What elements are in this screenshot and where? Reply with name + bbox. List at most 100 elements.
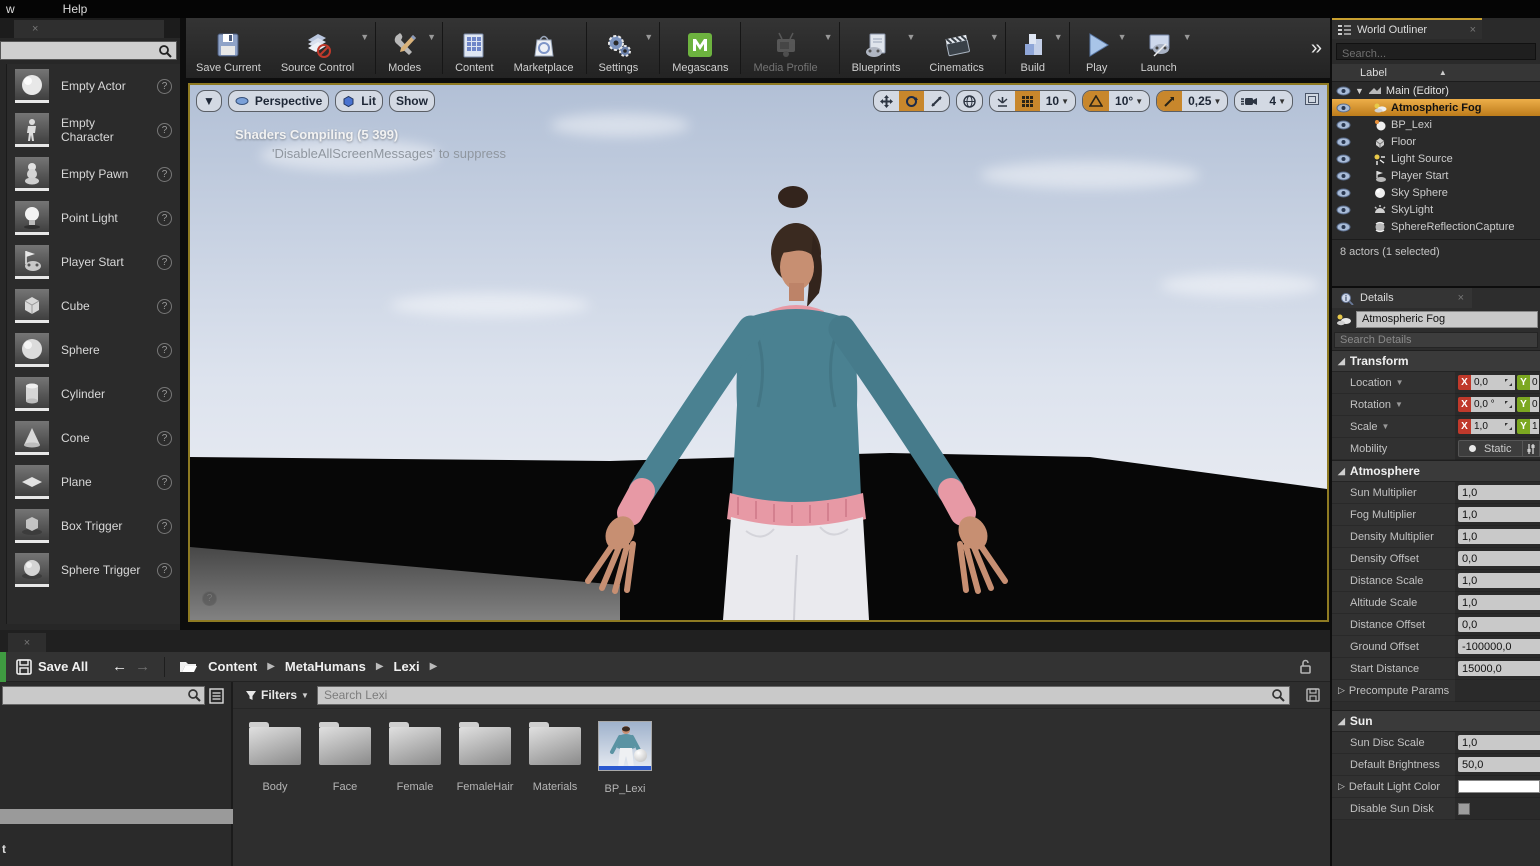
viewport-options-button[interactable]: ▼ [196, 90, 222, 112]
help-icon[interactable]: ? [157, 211, 172, 226]
chevron-down-icon[interactable]: ▼ [1396, 378, 1404, 387]
help-icon[interactable]: ? [157, 123, 172, 138]
help-icon[interactable]: ? [157, 387, 172, 402]
megascans-button[interactable]: Megascans [662, 18, 738, 78]
folder-female[interactable]: Female [387, 719, 443, 795]
help-icon[interactable]: ? [157, 519, 172, 534]
ground-offset-field[interactable]: -100000,0 [1458, 639, 1540, 654]
expand-arrow-icon[interactable]: ▼ [1355, 86, 1364, 96]
sources-list-toggle-button[interactable] [206, 686, 226, 705]
help-icon[interactable]: ? [157, 431, 172, 446]
altitude-scale-field[interactable]: 1,0 [1458, 595, 1540, 610]
precompute-params-row[interactable]: ▷Precompute Params [1332, 680, 1540, 702]
outliner-search-input[interactable] [1337, 47, 1535, 62]
viewport-help-icon[interactable]: ? [202, 591, 217, 606]
sources-search[interactable] [2, 686, 205, 705]
outliner-row-main-editor[interactable]: ▼ Main (Editor) [1332, 82, 1540, 99]
asset-search[interactable] [317, 686, 1290, 705]
light-color-swatch[interactable] [1458, 780, 1540, 793]
marketplace-button[interactable]: Marketplace [504, 18, 584, 78]
eye-icon[interactable] [1336, 86, 1351, 96]
sun-section-header[interactable]: ◢ Sun [1332, 710, 1540, 732]
help-icon[interactable]: ? [157, 475, 172, 490]
eye-icon[interactable] [1336, 154, 1351, 164]
eye-icon[interactable] [1336, 171, 1351, 181]
mobility-static-button[interactable]: Static [1458, 440, 1523, 457]
outliner-row-sphere-reflection-capture[interactable]: SphereReflectionCapture [1332, 218, 1540, 235]
viewport[interactable]: ▼ Perspective Lit Show Shaders Compiling… [188, 83, 1329, 622]
atmosphere-section-header[interactable]: ◢ Atmosphere [1332, 460, 1540, 482]
place-actors-search-input[interactable] [1, 45, 157, 57]
place-actor-cylinder[interactable]: Cylinder ? [7, 372, 180, 416]
chevron-down-icon[interactable]: ▼ [1382, 422, 1390, 431]
eye-icon[interactable] [1336, 188, 1351, 198]
forward-arrow-button[interactable]: → [135, 658, 150, 675]
sun-multiplier-field[interactable]: 1,0 [1458, 485, 1540, 500]
sources-selected-row[interactable] [0, 809, 233, 824]
mobility-stationary-button[interactable] [1523, 440, 1540, 457]
play-button[interactable]: Play [1072, 18, 1122, 78]
folder-body[interactable]: Body [247, 719, 303, 795]
maximize-viewport-button[interactable] [1305, 93, 1319, 105]
eye-icon[interactable] [1336, 137, 1351, 147]
outliner-row-floor[interactable]: Floor [1332, 133, 1540, 150]
density-offset-field[interactable]: 0,0 [1458, 551, 1540, 566]
actor-name-field[interactable]: Atmospheric Fog [1356, 311, 1538, 328]
outliner-column-header[interactable]: Label ▲ [1332, 64, 1540, 82]
help-icon[interactable]: ? [157, 167, 172, 182]
expand-arrow-icon[interactable]: ▷ [1338, 781, 1345, 792]
outliner-row-skylight[interactable]: SkyLight [1332, 201, 1540, 218]
place-actor-plane[interactable]: Plane ? [7, 460, 180, 504]
details-tab[interactable]: i Details × [1332, 288, 1472, 308]
translate-tool-button[interactable] [874, 91, 899, 111]
close-icon[interactable]: × [24, 637, 30, 649]
close-icon[interactable]: × [1458, 292, 1464, 304]
location-y-field-partial[interactable]: 0 [1530, 375, 1539, 390]
help-icon[interactable]: ? [157, 563, 172, 578]
launch-button[interactable]: Launch [1131, 18, 1187, 78]
media-profile-button[interactable]: Media Profile [743, 18, 827, 78]
close-icon[interactable]: × [1470, 24, 1476, 36]
expand-arrow-icon[interactable]: ▷ [1338, 685, 1345, 696]
content-button[interactable]: Content [445, 18, 504, 78]
place-actor-sphere[interactable]: Sphere ? [7, 328, 180, 372]
camera-mode-button[interactable]: Perspective [228, 90, 329, 112]
eye-icon[interactable] [1336, 222, 1351, 232]
toolbar-overflow-chevron[interactable]: » [1303, 18, 1330, 78]
breadcrumb-metahumans[interactable]: MetaHumans [285, 659, 366, 674]
world-outliner-tab[interactable]: World Outliner × [1332, 18, 1482, 39]
place-actors-search[interactable] [0, 41, 177, 60]
place-actor-player-start[interactable]: Player Start ? [7, 240, 180, 284]
help-icon[interactable]: ? [157, 343, 172, 358]
place-actor-box-trigger[interactable]: Box Trigger ? [7, 504, 180, 548]
cinematics-button[interactable]: Cinematics [919, 18, 993, 78]
place-actor-point-light[interactable]: Point Light ? [7, 196, 180, 240]
camera-speed-button[interactable] [1235, 91, 1263, 111]
eye-icon[interactable] [1336, 120, 1351, 130]
outliner-row-player-start[interactable]: Player Start [1332, 167, 1540, 184]
scale-snap-value[interactable]: 0,25▼ [1182, 91, 1227, 111]
details-search[interactable] [1334, 332, 1538, 348]
sources-search-input[interactable] [3, 690, 187, 702]
source-control-button[interactable]: Source Control [271, 18, 364, 78]
folder-materials[interactable]: Materials [527, 719, 583, 795]
transform-section-header[interactable]: ◢ Transform [1332, 350, 1540, 372]
content-browser-tab[interactable]: × [8, 633, 46, 652]
outliner-row-sky-sphere[interactable]: Sky Sphere [1332, 184, 1540, 201]
surface-snap-button[interactable] [990, 91, 1015, 111]
save-search-button[interactable] [1306, 688, 1320, 702]
modes-button[interactable]: Modes [378, 18, 431, 78]
place-actor-sphere-trigger[interactable]: Sphere Trigger ? [7, 548, 180, 592]
rotation-snap-toggle[interactable] [1083, 91, 1109, 111]
place-actor-cube[interactable]: Cube ? [7, 284, 180, 328]
default-brightness-field[interactable]: 50,0 [1458, 757, 1540, 772]
location-x-field[interactable]: 0,0 [1471, 375, 1515, 390]
outliner-row-atmospheric-fog[interactable]: Atmospheric Fog [1332, 99, 1540, 116]
outliner-row-light-source[interactable]: Light Source [1332, 150, 1540, 167]
details-search-input[interactable] [1335, 334, 1537, 346]
chevron-down-icon[interactable]: ▼ [1395, 400, 1403, 409]
distance-offset-field[interactable]: 0,0 [1458, 617, 1540, 632]
save-all-button[interactable]: Save All [16, 659, 88, 675]
view-mode-button[interactable]: Lit [335, 90, 383, 112]
folder-femalehair[interactable]: FemaleHair [457, 719, 513, 795]
